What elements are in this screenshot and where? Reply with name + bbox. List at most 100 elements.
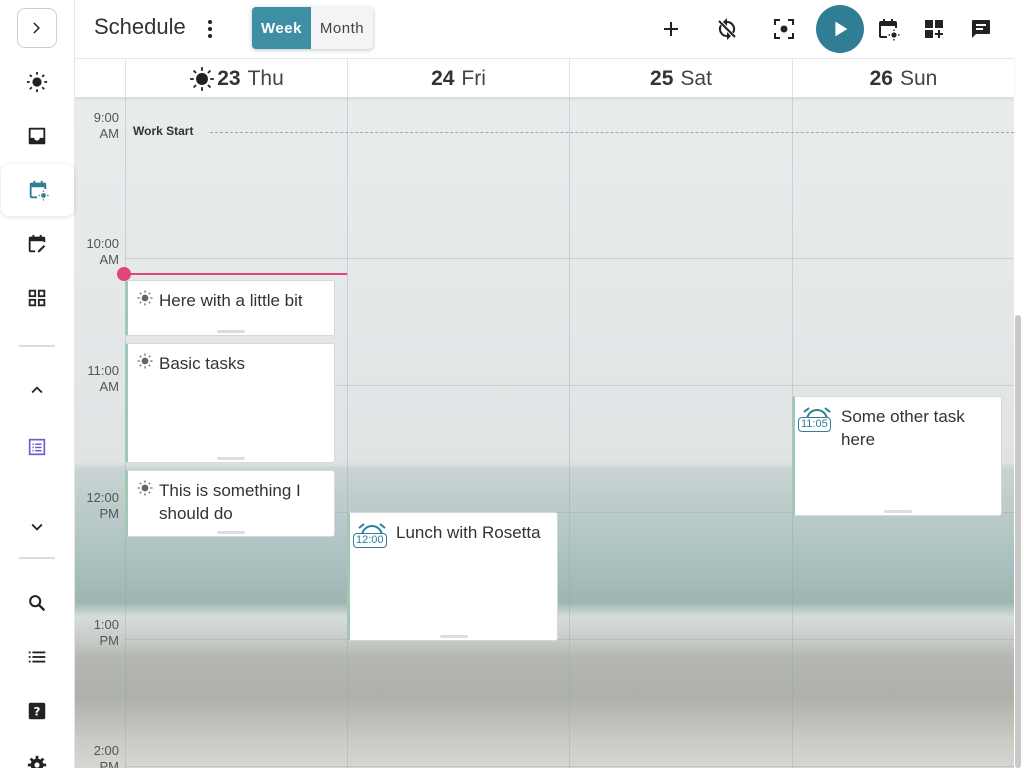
day-header-thu[interactable]: 23 Thu (125, 59, 347, 98)
day-number: 25 (650, 66, 674, 90)
event-title: Some other task here (841, 407, 965, 449)
side-navigation: ? (0, 0, 75, 768)
time-label: 9:00 AM (93, 110, 119, 141)
schedule-day-button[interactable] (868, 9, 908, 49)
event-title: Lunch with Rosetta (396, 523, 541, 542)
view-week-button[interactable]: Week (252, 7, 311, 49)
day-number: 23 (217, 66, 241, 90)
nav-divider (19, 345, 55, 347)
comment-button[interactable] (961, 9, 1001, 49)
add-button[interactable] (651, 9, 691, 49)
chevron-up-icon (31, 386, 43, 394)
day-name: Sun (899, 66, 938, 90)
focus-button[interactable] (764, 9, 804, 49)
work-start-line (210, 132, 1014, 133)
sun-icon (190, 66, 215, 91)
sync-off-button[interactable] (707, 9, 747, 49)
list-icon (28, 651, 46, 663)
nav-expand-button[interactable] (0, 501, 74, 553)
task-title: This is something I should do (159, 481, 301, 523)
sun-icon (137, 290, 153, 306)
time-label: 12:00 PM (86, 490, 119, 521)
sun-icon (137, 353, 153, 369)
nav-project-button[interactable] (0, 421, 74, 473)
event-card[interactable]: 11:05 Some other task here (792, 396, 1002, 516)
event-card[interactable]: 12:00 Lunch with Rosetta (347, 512, 558, 641)
help-icon: ? (28, 702, 46, 720)
day-header-sat[interactable]: 25 Sat (569, 59, 792, 98)
day-header-fri[interactable]: 24 Fri (347, 59, 569, 98)
list-box-icon (28, 438, 46, 456)
task-title: Here with a little bit (159, 291, 303, 310)
day-header-sun[interactable]: 26 Sun (792, 59, 1014, 98)
current-time-line (125, 273, 347, 275)
resize-handle[interactable] (439, 635, 468, 638)
more-vertical-icon (208, 20, 212, 38)
calendar-sun-icon (879, 19, 900, 41)
nav-settings-button[interactable] (0, 739, 74, 768)
gear-icon (27, 755, 47, 768)
task-card[interactable]: Here with a little bit (125, 280, 335, 336)
day-name: Fri (461, 66, 486, 90)
nav-search-button[interactable] (0, 577, 74, 629)
focus-icon (774, 19, 794, 39)
nav-divider (19, 557, 55, 559)
plus-icon (664, 22, 678, 36)
nav-help-button[interactable]: ? (0, 685, 74, 737)
calendar-sun-icon (29, 180, 49, 201)
event-time: 11:05 (798, 417, 831, 432)
day-number: 24 (431, 66, 455, 90)
vertical-scrollbar[interactable] (1015, 315, 1021, 768)
play-icon (835, 21, 848, 37)
resize-handle[interactable] (884, 510, 912, 513)
more-options-button[interactable] (190, 9, 230, 49)
view-month-button[interactable]: Month (311, 7, 373, 49)
hour-line (125, 639, 1014, 640)
chevron-down-icon (31, 523, 43, 531)
task-card[interactable]: Basic tasks (125, 343, 335, 463)
current-time-dot (117, 267, 131, 281)
nav-collapse-button[interactable] (0, 364, 74, 416)
time-label: 10:00 AM (86, 236, 119, 267)
nav-list-button[interactable] (0, 631, 74, 683)
sync-off-icon (718, 18, 736, 40)
resize-handle[interactable] (217, 330, 245, 333)
resize-handle[interactable] (217, 457, 245, 460)
nav-schedule-button[interactable] (1, 164, 74, 216)
comment-icon (972, 20, 990, 38)
nav-today-button[interactable] (0, 56, 74, 108)
task-card[interactable]: This is something I should do (125, 470, 335, 537)
day-header-row: 23 Thu 24 Fri 25 Sat 26 Sun (75, 58, 1014, 98)
chevron-right-icon (33, 22, 40, 34)
event-time: 12:00 (353, 533, 387, 548)
time-label: 11:00 AM (87, 363, 119, 394)
hour-line (125, 258, 1014, 259)
week-grid[interactable]: 9:00 AM 10:00 AM 11:00 AM 12:00 PM 1:00 PM 2:… (75, 97, 1014, 768)
view-toggle: Week Month (252, 7, 374, 49)
day-number: 26 (869, 66, 893, 90)
work-start-label: Work Start (133, 124, 194, 138)
add-widget-icon (925, 20, 943, 38)
nav-toggle-button[interactable] (17, 8, 57, 48)
svg-text:?: ? (34, 705, 41, 719)
calendar-edit-icon (28, 234, 46, 253)
sun-icon (137, 480, 153, 496)
day-name: Sat (680, 66, 712, 90)
sun-icon (26, 71, 48, 93)
grid-icon (28, 289, 46, 307)
nav-boards-button[interactable] (0, 272, 74, 324)
play-button[interactable] (816, 5, 864, 53)
nav-planner-button[interactable] (0, 218, 74, 270)
add-widget-button[interactable] (914, 9, 954, 49)
nav-inbox-button[interactable] (0, 110, 74, 162)
resize-handle[interactable] (217, 531, 245, 534)
hour-line (125, 766, 1014, 767)
column-divider (347, 97, 348, 768)
top-header: Schedule Week Month (75, 0, 1024, 58)
time-label: 2:00 PM (93, 743, 119, 768)
search-icon (29, 595, 46, 612)
time-label: 1:00 PM (93, 617, 119, 648)
column-divider (569, 97, 570, 768)
page-title: Schedule (94, 14, 186, 39)
task-title: Basic tasks (159, 354, 245, 373)
